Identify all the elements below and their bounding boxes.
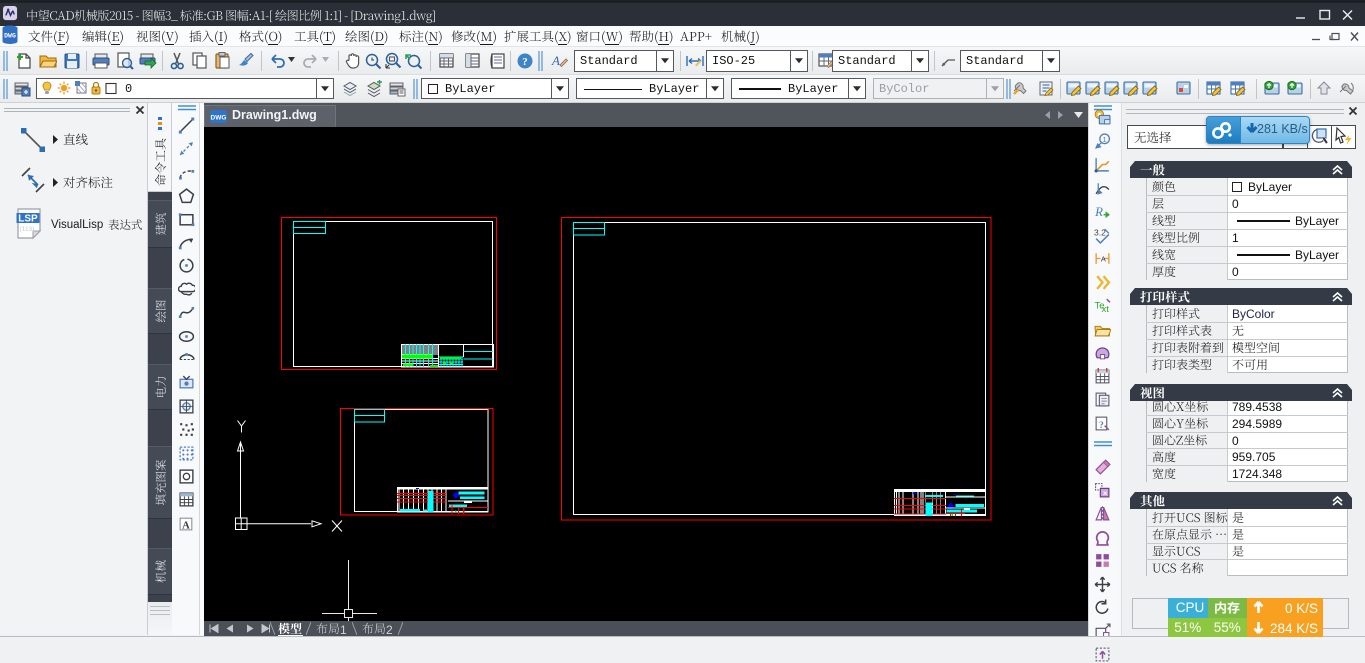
svg-text:xt: xt xyxy=(1101,304,1109,314)
svg-text:A: A xyxy=(1101,255,1106,264)
svg-text:A: A xyxy=(182,520,190,531)
svg-text:DWG: DWG xyxy=(211,115,227,122)
svg-text:LSP: LSP xyxy=(18,214,38,225)
svg-text:1: 1 xyxy=(1103,135,1107,144)
svg-text:3.2: 3.2 xyxy=(1094,227,1106,237)
svg-text:A: A xyxy=(551,53,560,68)
svg-text:?: ? xyxy=(1099,419,1104,430)
svg-text:R: R xyxy=(1094,205,1103,219)
svg-text:DWG: DWG xyxy=(4,33,16,40)
svg-text:(113): (113) xyxy=(20,226,35,233)
svg-text:?: ? xyxy=(522,56,528,68)
